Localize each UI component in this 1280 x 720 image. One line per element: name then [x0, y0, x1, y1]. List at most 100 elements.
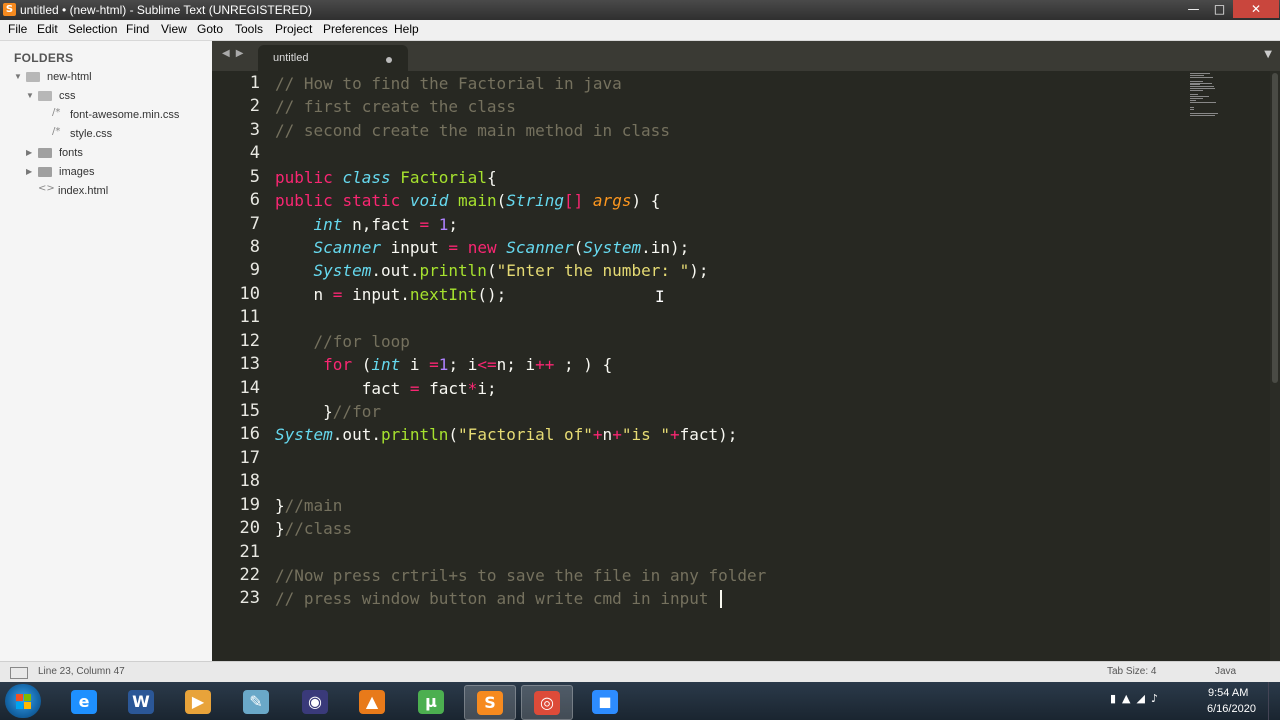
line-number: 5	[249, 166, 260, 187]
tree-file-index[interactable]: <> index.html	[38, 183, 204, 199]
close-button[interactable]: ✕	[1233, 0, 1279, 18]
tree-folder-fonts[interactable]: ▶ fonts	[26, 145, 204, 161]
code-line[interactable]: n = input.nextInt();	[275, 283, 507, 306]
taskbar-app-chrome[interactable]: ◎	[521, 685, 573, 720]
chevron-right-icon[interactable]: ▶	[26, 164, 32, 180]
tree-folder-new-html[interactable]: ▼ new-html	[14, 69, 204, 85]
code-line[interactable]: }//for	[275, 400, 381, 423]
menu-view[interactable]: View	[161, 22, 187, 36]
tree-file-style[interactable]: /* style.css	[52, 126, 204, 142]
taskbar-app-internet-explorer[interactable]: e	[59, 685, 109, 718]
minimize-button[interactable]: —	[1180, 0, 1207, 18]
notepad-icon: ✎	[243, 690, 269, 714]
code-line[interactable]: // press window button and write cmd in …	[275, 587, 718, 610]
minimap[interactable]	[1190, 73, 1238, 117]
code-line[interactable]: }//class	[275, 517, 352, 540]
code-line[interactable]: for (int i =1; i<=n; i++ ; ) {	[275, 353, 612, 376]
show-desktop-button[interactable]	[1268, 682, 1280, 720]
code-token: //for	[332, 402, 381, 422]
code-token: ();	[477, 284, 507, 304]
minimap-line	[1190, 82, 1212, 84]
code-line[interactable]: }//main	[275, 494, 342, 517]
code-token: =	[429, 355, 439, 375]
code-token: (	[352, 355, 372, 375]
code-token: String	[506, 191, 565, 211]
menu-help[interactable]: Help	[394, 22, 419, 36]
menu-file[interactable]: File	[8, 22, 27, 36]
tab-size-indicator[interactable]: Tab Size: 4	[1107, 666, 1156, 677]
windows-logo-icon	[16, 694, 23, 701]
menu-goto[interactable]: Goto	[197, 22, 223, 36]
code-line[interactable]: //Now press crtril+s to save the file in…	[275, 564, 766, 587]
code-line[interactable]: public class Factorial{	[275, 166, 497, 189]
minimap-line	[1190, 109, 1195, 111]
code-line[interactable]: // How to find the Factorial in java	[275, 72, 622, 95]
code-token: (	[486, 261, 497, 281]
panel-toggle-icon[interactable]	[10, 667, 28, 679]
code-editor[interactable]: 1 2 3 4 5 6 7 8 9 10 11 12 13 14 15 16 17 18 19 20 21 22 23 //…	[212, 71, 1270, 661]
maximize-button[interactable]: □	[1206, 0, 1233, 18]
unsaved-dot-icon[interactable]	[386, 57, 392, 63]
code-token: fact);	[679, 425, 738, 445]
code-line[interactable]: Scanner input = new Scanner(System.in);	[275, 236, 690, 259]
code-line[interactable]: System.out.println("Enter the number: ")…	[275, 259, 709, 282]
line-number: 3	[249, 119, 260, 140]
code-line[interactable]: // first create the class	[275, 95, 516, 118]
scrollbar-thumb[interactable]	[1272, 73, 1278, 383]
code-line[interactable]: System.out.println("Factorial of"+n+"is …	[275, 423, 737, 446]
tree-label: images	[59, 166, 95, 178]
line-number: 22	[239, 565, 260, 586]
tree-label: new-html	[47, 71, 92, 83]
code-line[interactable]: fact = fact*i;	[275, 377, 497, 400]
code-token: "Enter the number: "	[496, 261, 690, 281]
tree-file-font-awesome[interactable]: /* font-awesome.min.css	[52, 107, 204, 123]
system-tray-icons[interactable]: ▮▲◢♪	[1110, 692, 1164, 705]
menu-edit[interactable]: Edit	[37, 22, 58, 36]
taskbar-app-eclipse[interactable]: ◉	[290, 685, 340, 718]
code-token: {	[486, 167, 497, 187]
code-token: main	[458, 191, 497, 211]
code-token: =	[332, 284, 343, 304]
code-token: Scanner	[313, 238, 381, 257]
syntax-indicator[interactable]: Java	[1215, 666, 1236, 677]
taskbar-app-notepad[interactable]: ✎	[231, 685, 281, 718]
start-button[interactable]	[5, 684, 41, 718]
taskbar-app-zoom[interactable]: ◼	[580, 685, 630, 718]
code-token: .in);	[641, 238, 690, 257]
tab-nav-arrows-icon[interactable]: ◀▶	[222, 48, 249, 59]
chevron-down-icon[interactable]: ▼	[14, 69, 22, 85]
code-token: // press window button and write cmd in …	[275, 589, 719, 609]
clock-time[interactable]: 9:54 AM	[1208, 687, 1248, 699]
taskbar-app-sublime-text[interactable]: S	[464, 685, 516, 720]
code-token: ; i	[448, 355, 478, 375]
line-number: 8	[249, 237, 260, 257]
taskbar-app-utorrent[interactable]: µ	[406, 685, 456, 718]
code-line[interactable]: int n,fact = 1;	[275, 213, 459, 236]
taskbar-app-word[interactable]: W	[116, 685, 166, 718]
code-line[interactable]: public static void main(String[] args) {	[275, 189, 660, 212]
taskbar-app-media-player[interactable]: ▶	[173, 685, 223, 718]
tab-untitled[interactable]: untitled	[258, 45, 408, 71]
code-line[interactable]: // second create the main method in clas…	[275, 119, 670, 142]
chevron-down-icon[interactable]: ▼	[26, 88, 34, 104]
menu-tools[interactable]: Tools	[235, 22, 263, 36]
menu-find[interactable]: Find	[126, 22, 149, 36]
taskbar-app-vlc[interactable]: ▲	[347, 685, 397, 718]
editor-scrollbar[interactable]	[1270, 71, 1280, 661]
code-token: int	[313, 214, 343, 234]
tab-dropdown-icon[interactable]: ▼	[1264, 49, 1272, 60]
chevron-right-icon[interactable]: ▶	[26, 145, 32, 161]
tree-folder-images[interactable]: ▶ images	[26, 164, 204, 180]
code-token: ++	[535, 355, 555, 375]
tree-folder-css[interactable]: ▼ css	[26, 88, 204, 104]
menu-preferences[interactable]: Preferences	[323, 22, 388, 36]
menu-selection[interactable]: Selection	[68, 22, 117, 36]
code-line[interactable]: //for loop	[275, 330, 410, 353]
windows-logo-icon	[24, 702, 31, 709]
clock-date[interactable]: 6/16/2020	[1207, 703, 1256, 715]
menu-project[interactable]: Project	[275, 22, 312, 36]
